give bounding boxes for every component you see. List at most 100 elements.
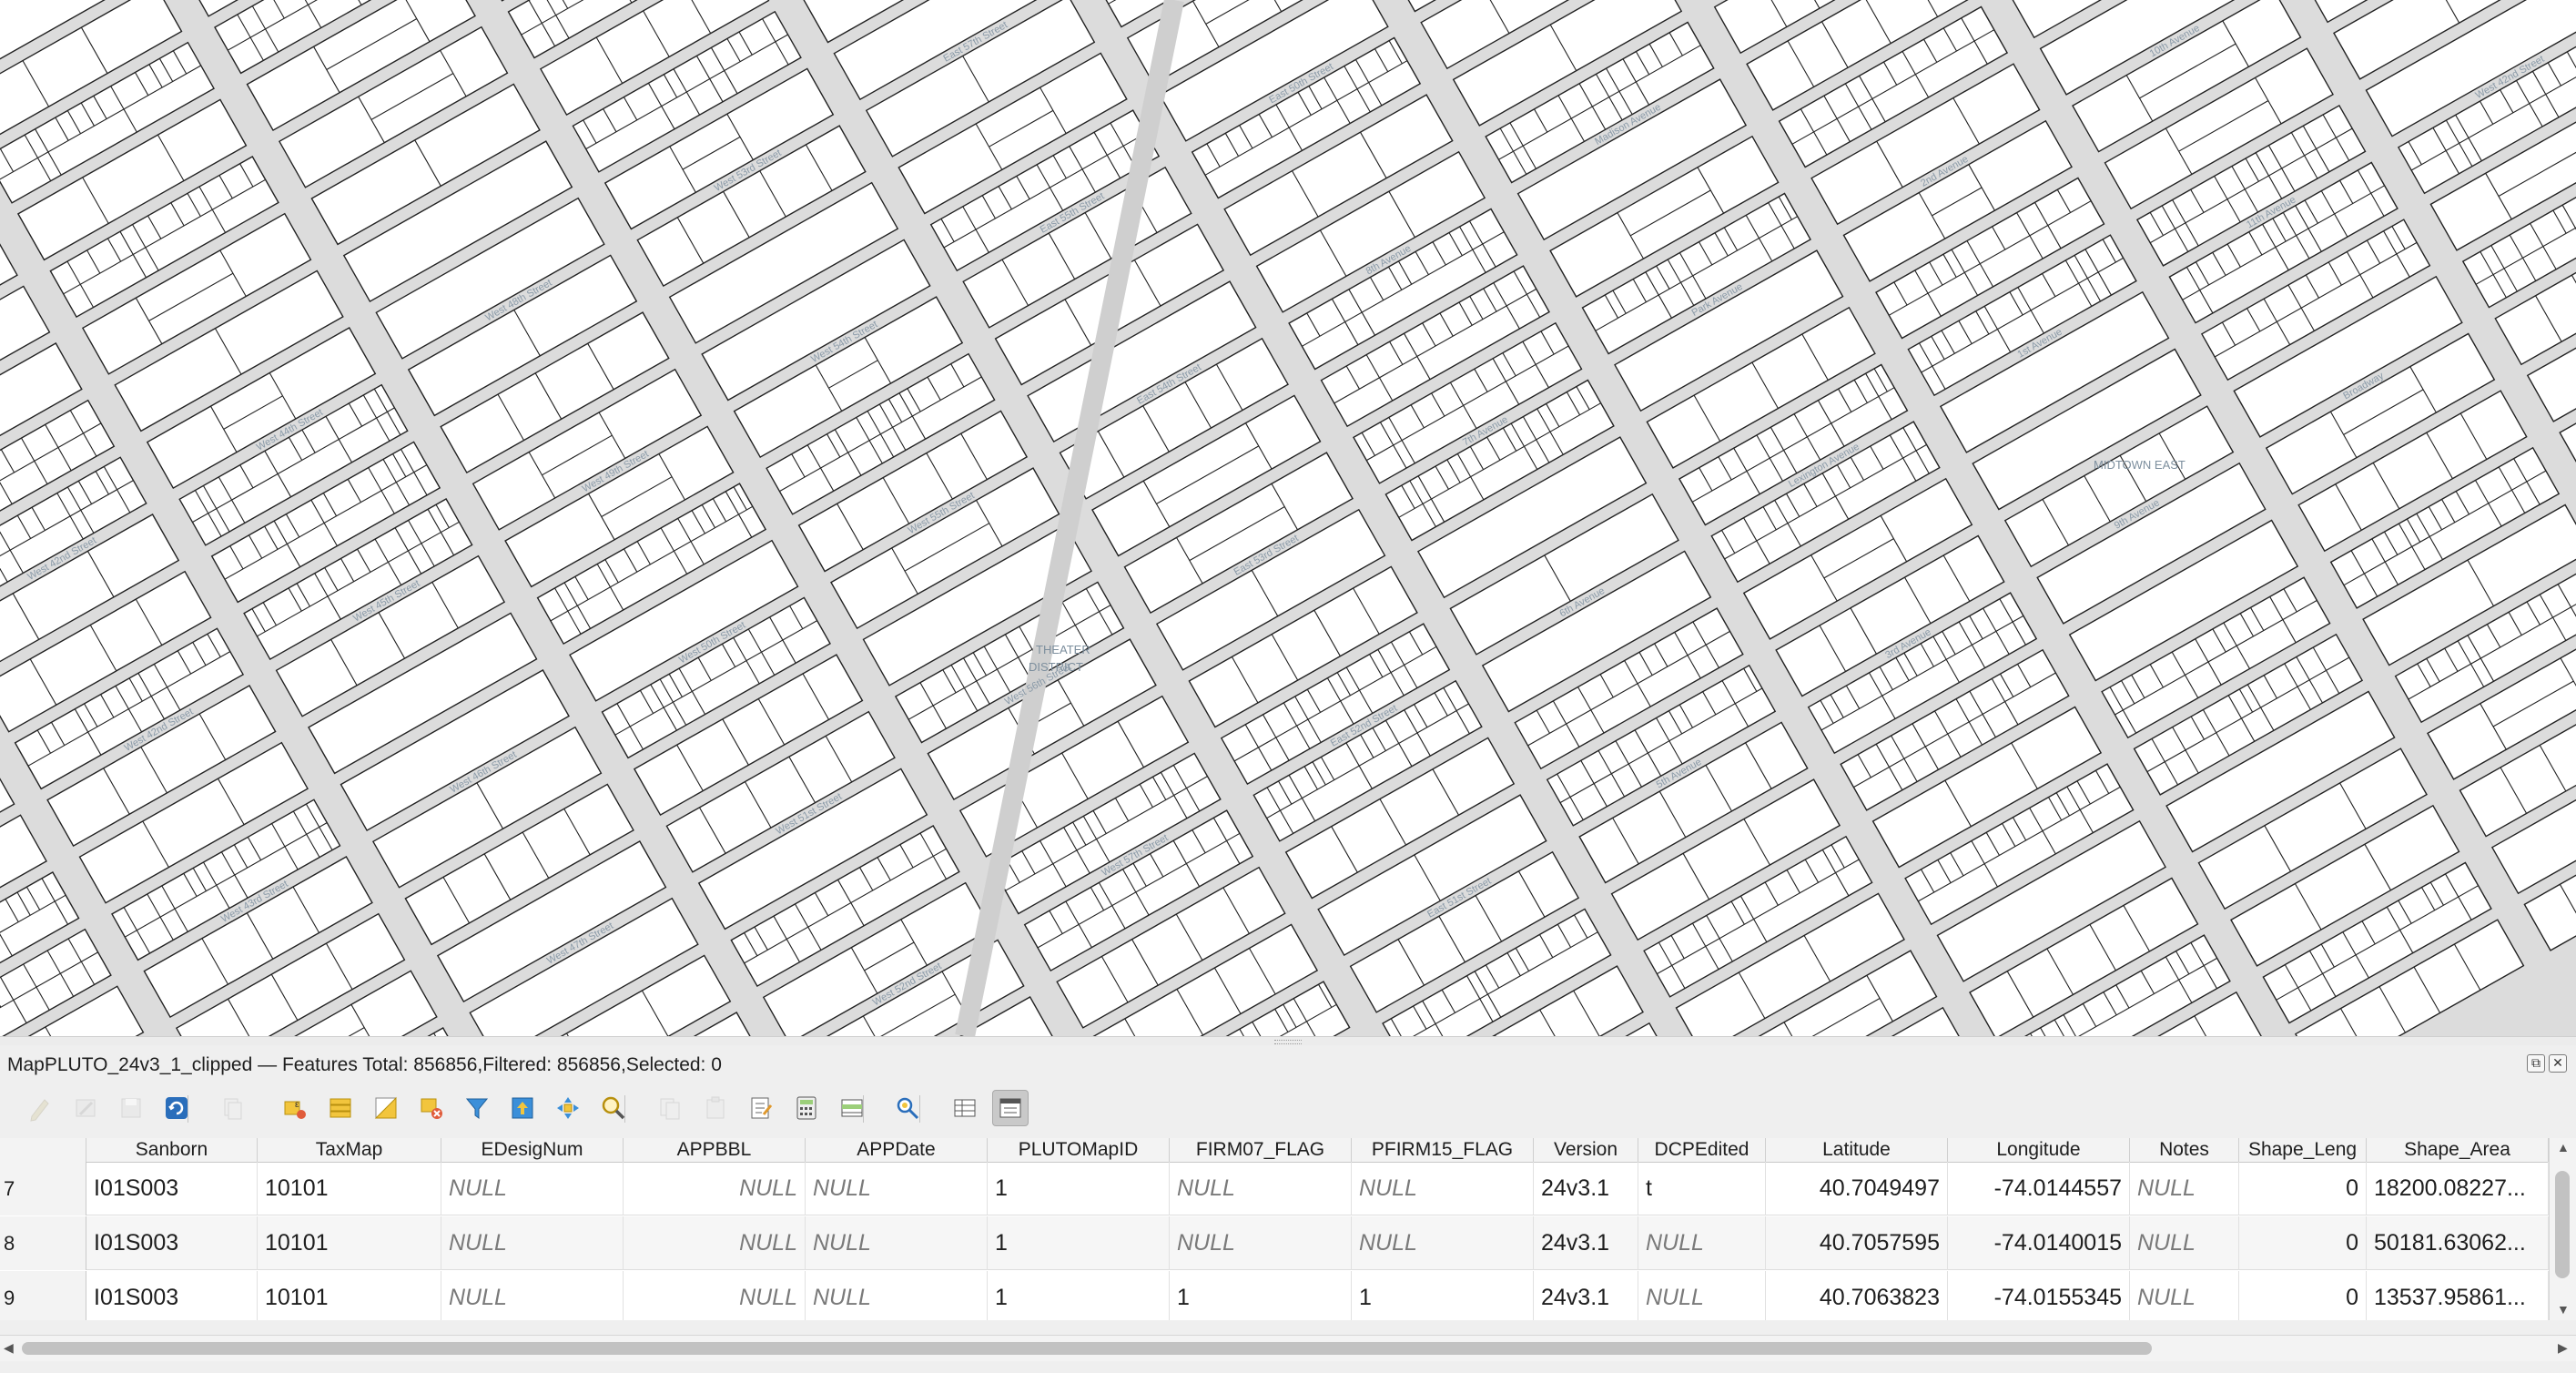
dock-table-button[interactable] xyxy=(947,1090,983,1126)
table-cell[interactable]: NULL xyxy=(441,1216,624,1270)
column-header-notes[interactable]: Notes xyxy=(2130,1138,2239,1162)
column-header-appbbl[interactable]: APPBBL xyxy=(624,1138,806,1162)
table-cell[interactable]: I01S003 xyxy=(86,1216,258,1270)
new-field-button[interactable] xyxy=(743,1090,779,1126)
scroll-right-icon[interactable]: ▶ xyxy=(2558,1340,2568,1356)
table-cell[interactable]: NULL xyxy=(806,1271,988,1320)
row-number[interactable]: 7 xyxy=(0,1162,86,1215)
table-cell[interactable]: NULL xyxy=(2130,1216,2239,1270)
column-header-edesignum[interactable]: EDesigNum xyxy=(441,1138,624,1162)
table-cell[interactable]: NULL xyxy=(1170,1216,1352,1270)
filter-button[interactable] xyxy=(459,1090,495,1126)
row-number[interactable]: 8 xyxy=(0,1216,86,1270)
form-view-button[interactable] xyxy=(992,1090,1029,1126)
column-header-latitude[interactable]: Latitude xyxy=(1766,1138,1948,1162)
table-row[interactable]: 9 I01S003 10101 NULL NULL NULL 1 1 1 24v3.1 NULL 40… xyxy=(0,1271,2549,1320)
zoom-to-selection-button[interactable] xyxy=(595,1090,632,1126)
field-calculator-button[interactable] xyxy=(788,1090,825,1126)
conditional-formatting-button[interactable] xyxy=(834,1090,870,1126)
scroll-down-icon[interactable]: ▼ xyxy=(2557,1302,2570,1317)
table-cell[interactable]: 13537.95861... xyxy=(2367,1271,2549,1320)
table-cell[interactable]: 24v3.1 xyxy=(1534,1162,1638,1215)
invert-selection-button[interactable] xyxy=(368,1090,404,1126)
table-cell[interactable]: NULL xyxy=(441,1271,624,1320)
table-cell[interactable]: NULL xyxy=(1352,1216,1534,1270)
column-header-plutomapid[interactable]: PLUTOMapID xyxy=(988,1138,1170,1162)
table-row[interactable]: 8 I01S003 10101 NULL NULL NULL 1 NULL NULL 24v3.1… xyxy=(0,1216,2549,1270)
actions-button[interactable] xyxy=(890,1090,927,1126)
table-cell[interactable]: -74.0155345 xyxy=(1948,1271,2130,1320)
column-header-taxmap[interactable]: TaxMap xyxy=(258,1138,441,1162)
table-cell[interactable]: 50181.63062... xyxy=(2367,1216,2549,1270)
table-cell[interactable]: 0 xyxy=(2239,1271,2367,1320)
table-cell[interactable]: NULL xyxy=(806,1162,988,1215)
table-cell[interactable]: 10101 xyxy=(258,1271,441,1320)
horizontal-scrollbar[interactable]: ◀ ▶ xyxy=(0,1335,2576,1361)
copy-rows-button[interactable] xyxy=(652,1090,688,1126)
table-cell[interactable]: NULL xyxy=(624,1162,806,1215)
pencil-edit-button[interactable] xyxy=(22,1090,58,1126)
table-cell[interactable]: NULL xyxy=(1638,1271,1766,1320)
table-cell[interactable]: 1 xyxy=(988,1271,1170,1320)
table-cell[interactable]: 24v3.1 xyxy=(1534,1271,1638,1320)
save-edits-button[interactable] xyxy=(113,1090,149,1126)
table-cell[interactable]: 1 xyxy=(988,1162,1170,1215)
table-cell[interactable]: 24v3.1 xyxy=(1534,1216,1638,1270)
vertical-scrollbar[interactable]: ▲ ▼ xyxy=(2549,1138,2576,1320)
row-number[interactable]: 9 xyxy=(0,1271,86,1320)
table-cell[interactable]: NULL xyxy=(806,1216,988,1270)
table-cell[interactable]: NULL xyxy=(624,1271,806,1320)
table-cell[interactable]: 10101 xyxy=(258,1216,441,1270)
column-header-version[interactable]: Version xyxy=(1534,1138,1638,1162)
column-header-longitude[interactable]: Longitude xyxy=(1948,1138,2130,1162)
table-cell[interactable]: NULL xyxy=(441,1162,624,1215)
attribute-grid[interactable]: Sanborn TaxMap EDesigNum APPBBL APPDate PLUTO… xyxy=(0,1138,2549,1320)
table-cell[interactable]: NULL xyxy=(1352,1162,1534,1215)
reload-button[interactable] xyxy=(158,1090,195,1126)
table-cell[interactable]: 40.7049497 xyxy=(1766,1162,1948,1215)
table-cell[interactable]: 1 xyxy=(988,1216,1170,1270)
table-cell[interactable]: I01S003 xyxy=(86,1162,258,1215)
table-cell[interactable]: NULL xyxy=(624,1216,806,1270)
horizontal-scroll-thumb[interactable] xyxy=(22,1342,2152,1355)
table-cell[interactable]: 18200.08227... xyxy=(2367,1162,2549,1215)
pan-to-selection-button[interactable] xyxy=(550,1090,586,1126)
table-cell[interactable]: -74.0140015 xyxy=(1948,1216,2130,1270)
column-header-sanborn[interactable]: Sanborn xyxy=(86,1138,258,1162)
map-canvas[interactable]: West 42nd Street West 42nd Street West 43r… xyxy=(0,0,2576,1036)
close-panel-button[interactable]: ✕ xyxy=(2549,1054,2567,1073)
scroll-up-icon[interactable]: ▲ xyxy=(2557,1140,2570,1154)
deselect-all-button[interactable] xyxy=(413,1090,450,1126)
table-row[interactable]: 7 I01S003 10101 NULL NULL NULL 1 NULL NULL 24v3.1… xyxy=(0,1162,2549,1215)
column-header-dcpedited[interactable]: DCPEdited xyxy=(1638,1138,1766,1162)
paste-features-button[interactable] xyxy=(697,1090,734,1126)
table-cell[interactable]: NULL xyxy=(1170,1162,1352,1215)
vertical-scroll-thumb[interactable] xyxy=(2555,1171,2570,1278)
select-by-expression-button[interactable]: ε xyxy=(277,1090,313,1126)
table-cell[interactable]: t xyxy=(1638,1162,1766,1215)
add-feature-button[interactable] xyxy=(215,1090,251,1126)
table-cell[interactable]: 1 xyxy=(1352,1271,1534,1320)
column-header-shape-area[interactable]: Shape_Area xyxy=(2367,1138,2549,1162)
table-cell[interactable]: NULL xyxy=(1638,1216,1766,1270)
table-cell[interactable]: 10101 xyxy=(258,1162,441,1215)
multi-edit-button[interactable] xyxy=(67,1090,104,1126)
scroll-left-icon[interactable]: ◀ xyxy=(4,1340,14,1356)
float-panel-button[interactable]: ⧉ xyxy=(2527,1054,2545,1073)
table-cell[interactable]: NULL xyxy=(2130,1162,2239,1215)
column-header-shape-leng[interactable]: Shape_Leng xyxy=(2239,1138,2367,1162)
splitter-grip[interactable] xyxy=(1274,1040,1302,1044)
table-cell[interactable]: I01S003 xyxy=(86,1271,258,1320)
table-cell[interactable]: NULL xyxy=(2130,1271,2239,1320)
select-all-button[interactable] xyxy=(322,1090,359,1126)
column-header-pfirm15-flag[interactable]: PFIRM15_FLAG xyxy=(1352,1138,1534,1162)
table-cell[interactable]: 40.7063823 xyxy=(1766,1271,1948,1320)
table-cell[interactable]: 40.7057595 xyxy=(1766,1216,1948,1270)
column-header-appdate[interactable]: APPDate xyxy=(806,1138,988,1162)
column-header-firm07-flag[interactable]: FIRM07_FLAG xyxy=(1170,1138,1352,1162)
table-cell[interactable]: 1 xyxy=(1170,1271,1352,1320)
table-cell[interactable]: -74.0144557 xyxy=(1948,1162,2130,1215)
move-selection-top-button[interactable] xyxy=(504,1090,541,1126)
table-cell[interactable]: 0 xyxy=(2239,1162,2367,1215)
table-cell[interactable]: 0 xyxy=(2239,1216,2367,1270)
